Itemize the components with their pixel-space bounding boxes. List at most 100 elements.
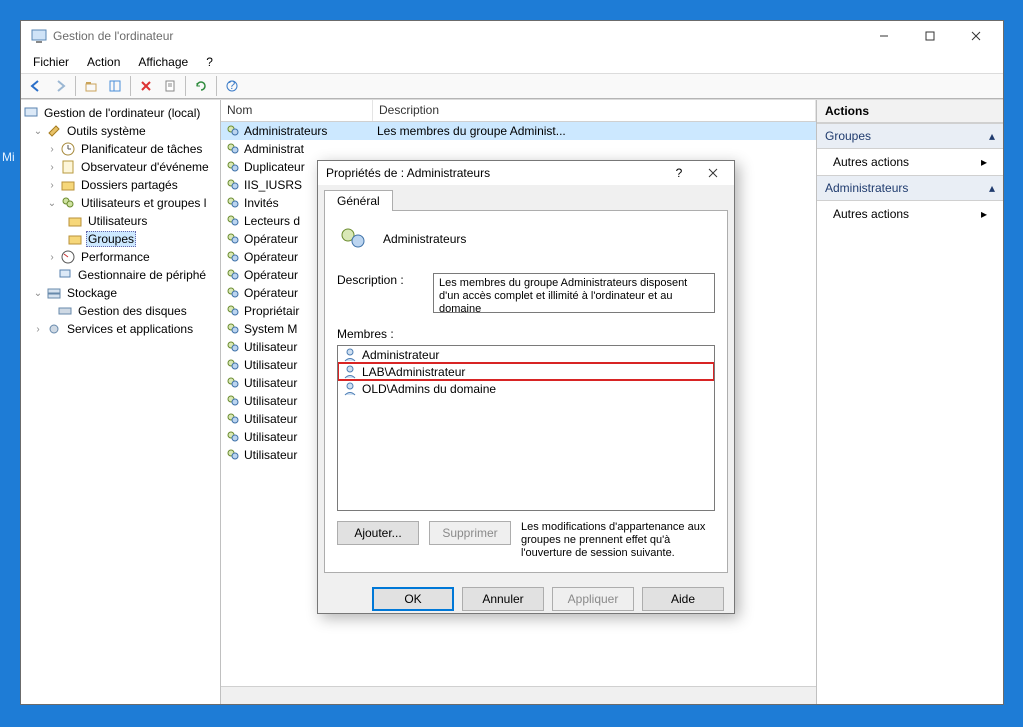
horizontal-scrollbar[interactable] [221,686,816,704]
ok-button[interactable]: OK [372,587,454,611]
tree-device-manager[interactable]: Gestionnaire de périphé [76,268,208,282]
tree-task-scheduler[interactable]: Planificateur de tâches [79,142,204,156]
show-hide-button[interactable] [104,75,126,97]
description-field[interactable]: Les membres du groupe Administrateurs di… [433,273,715,313]
tab-page-general: Administrateurs Description : Les membre… [324,210,728,573]
back-button[interactable] [25,75,47,97]
clock-icon [60,141,76,157]
group-row-icon [225,357,241,373]
desktop-label: Mi [2,150,15,164]
cancel-button[interactable]: Annuler [462,587,544,611]
group-row-icon [225,375,241,391]
group-row-icon [225,231,241,247]
cell-name: Administrat [221,141,373,157]
tree-users[interactable]: Utilisateurs [86,214,149,228]
members-list[interactable]: AdministrateurLAB\AdministrateurOLD\Admi… [337,345,715,511]
cell-description: Les membres du groupe Administ... [373,124,816,138]
forward-button[interactable] [49,75,71,97]
event-icon [60,159,76,175]
actions-link-label: Autres actions [833,155,909,169]
group-name: Administrateurs [383,232,466,246]
tools-icon [46,123,62,139]
description-label: Description : [337,273,425,287]
group-row-icon [225,159,241,175]
menu-file[interactable]: Fichier [25,53,77,71]
chevron-right-icon: ▸ [981,207,987,221]
disk-icon [57,303,73,319]
tree-event-viewer[interactable]: Observateur d'événeme [79,160,211,174]
group-row-icon [225,411,241,427]
group-row-icon [225,429,241,445]
group-row-icon [225,213,241,229]
dialog-close-button[interactable] [700,161,726,185]
menu-help[interactable]: ? [198,53,221,71]
actions-link-other-2[interactable]: Autres actions ▸ [817,201,1003,227]
membership-note: Les modifications d'appartenance aux gro… [521,521,715,560]
tree-storage[interactable]: Stockage [65,286,119,300]
group-row-icon [225,249,241,265]
properties-button[interactable] [159,75,181,97]
dialog-tabstrip: Général [318,185,734,210]
group-row-icon [225,123,241,139]
member-row[interactable]: LAB\Administrateur [338,363,714,380]
menu-view[interactable]: Affichage [130,53,196,71]
tree-system-tools[interactable]: Outils système [65,124,148,138]
tree-shared-folders[interactable]: Dossiers partagés [79,178,180,192]
actions-link-other-1[interactable]: Autres actions▸ [817,149,1003,175]
tree-root[interactable]: Gestion de l'ordinateur (local) [42,106,202,120]
tab-general[interactable]: Général [324,190,393,211]
actions-group-label: Groupes [825,129,871,143]
member-row[interactable]: Administrateur [338,346,714,363]
group-row-icon [225,393,241,409]
list-row[interactable]: AdministrateursLes membres du groupe Adm… [221,122,816,140]
performance-icon [60,249,76,265]
group-row-icon [225,141,241,157]
group-row-icon [225,303,241,319]
actions-group-groupes[interactable]: Groupes ▴ [817,123,1003,149]
group-row-icon [225,339,241,355]
list-row[interactable]: Administrat [221,140,816,158]
group-row-icon [225,321,241,337]
tree-pane[interactable]: Gestion de l'ordinateur (local) ⌄Outils … [21,100,221,704]
collapse-icon: ▴ [989,129,995,143]
users-icon [60,195,76,211]
collapse-icon: ▴ [989,181,995,195]
actions-group-administrateurs[interactable]: Administrateurs▴ [817,175,1003,201]
col-description[interactable]: Description [373,100,816,121]
dialog-help-button[interactable]: ? [666,161,692,185]
member-row[interactable]: OLD\Admins du domaine [338,380,714,397]
apply-button[interactable]: Appliquer [552,587,634,611]
tree-groups[interactable]: Groupes [86,231,136,247]
svg-text:?: ? [229,79,236,92]
group-row-icon [225,285,241,301]
menu-action[interactable]: Action [79,53,128,71]
tree-services-apps[interactable]: Services et applications [65,322,195,336]
close-button[interactable] [953,21,999,51]
help-button[interactable]: ? [221,75,243,97]
cell-name: Administrateurs [221,123,373,139]
help-action-button[interactable]: Aide [642,587,724,611]
actions-link-label: Autres actions [833,207,909,221]
group-icon [337,223,369,255]
add-button[interactable]: Ajouter... [337,521,419,545]
minimize-button[interactable] [861,21,907,51]
refresh-button[interactable] [190,75,212,97]
up-button[interactable] [80,75,102,97]
properties-dialog: Propriétés de : Administrateurs ? Généra… [317,160,735,614]
toolbar: ? [21,73,1003,99]
titlebar: Gestion de l'ordinateur [21,21,1003,51]
tree-users-groups[interactable]: Utilisateurs et groupes l [79,196,208,210]
tree-performance[interactable]: Performance [79,250,152,264]
group-row-icon [225,195,241,211]
remove-button[interactable]: Supprimer [429,521,511,545]
maximize-button[interactable] [907,21,953,51]
services-icon [46,321,62,337]
list-header: Nom Description [221,100,816,122]
menubar: Fichier Action Affichage ? [21,51,1003,73]
actions-pane: Actions Groupes▴ Autres actions▸ Adminis… [816,100,1003,704]
window-controls [861,21,999,51]
tree-disk-management[interactable]: Gestion des disques [76,304,189,318]
dialog-titlebar: Propriétés de : Administrateurs ? [318,161,734,185]
col-name[interactable]: Nom [221,100,373,121]
delete-button[interactable] [135,75,157,97]
